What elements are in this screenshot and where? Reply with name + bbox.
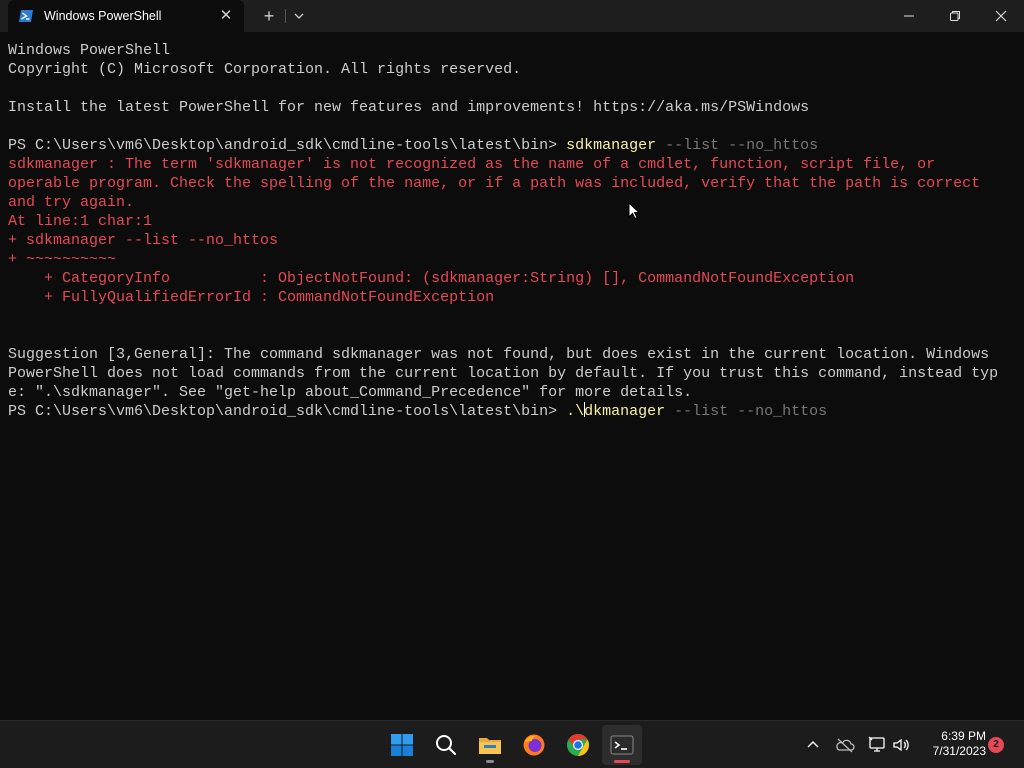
prompt: PS C:\Users\vm6\Desktop\android_sdk\cmdl… xyxy=(8,403,567,420)
maximize-button[interactable] xyxy=(932,0,978,32)
error-line: operable program. Check the spelling of … xyxy=(8,175,981,192)
terminal-output[interactable]: Windows PowerShell Copyright (C) Microso… xyxy=(0,32,1024,720)
start-button[interactable] xyxy=(382,725,422,765)
error-line: At line:1 char:1 xyxy=(8,213,153,230)
chrome-button[interactable] xyxy=(558,725,598,765)
notification-badge[interactable]: 2 xyxy=(988,737,1004,753)
banner-line: Install the latest PowerShell for new fe… xyxy=(8,99,810,116)
file-explorer-button[interactable] xyxy=(470,725,510,765)
tab-windows-powershell[interactable]: Windows PowerShell ✕ xyxy=(8,0,244,32)
chevron-up-icon[interactable] xyxy=(803,735,823,755)
plus-icon[interactable]: + xyxy=(258,6,280,26)
command-name: sdkmanager xyxy=(566,137,657,154)
suggestion-line: PowerShell does not load commands from t… xyxy=(8,365,999,382)
active-indicator xyxy=(614,760,630,763)
banner-line: Copyright (C) Microsoft Corporation. All… xyxy=(8,61,522,78)
command-name: dkmanager xyxy=(584,403,666,420)
error-line: sdkmanager : The term 'sdkmanager' is no… xyxy=(8,156,936,173)
taskbar: 6:39 PM 7/31/2023 xyxy=(0,720,1024,768)
minimize-button[interactable] xyxy=(886,0,932,32)
command-prefix: .\ xyxy=(566,403,585,420)
search-button[interactable] xyxy=(426,725,466,765)
network-icon[interactable] xyxy=(867,735,887,755)
file-explorer-icon xyxy=(479,738,501,754)
clock-date: 7/31/2023 xyxy=(932,744,986,758)
minimize-icon xyxy=(904,15,914,17)
close-icon[interactable]: ✕ xyxy=(218,8,234,24)
suggestion-line: Suggestion [3,General]: The command sdkm… xyxy=(8,346,990,363)
banner-line: Windows PowerShell xyxy=(8,42,171,59)
onedrive-icon[interactable] xyxy=(835,735,855,755)
error-line: + CategoryInfo : ObjectNotFound: (sdkman… xyxy=(8,270,855,287)
system-clock[interactable]: 6:39 PM 7/31/2023 xyxy=(918,729,986,759)
prompt: PS C:\Users\vm6\Desktop\android_sdk\cmdl… xyxy=(8,137,567,154)
running-indicator xyxy=(486,760,494,763)
command-args: --list --no_httos xyxy=(656,137,819,154)
tab-divider xyxy=(285,9,286,23)
maximize-icon xyxy=(950,11,960,21)
chevron-down-icon[interactable] xyxy=(288,6,310,26)
windows-start-icon xyxy=(391,734,413,756)
window-close-icon xyxy=(995,10,1007,22)
terminal-button[interactable] xyxy=(602,725,642,765)
terminal-icon xyxy=(610,735,634,755)
error-line: and try again. xyxy=(8,194,135,211)
window-close-button[interactable] xyxy=(978,0,1024,32)
search-icon xyxy=(436,735,457,756)
firefox-icon xyxy=(523,734,545,756)
error-line: + sdkmanager --list --no_httos xyxy=(8,232,279,249)
command-args: --list --no_httos xyxy=(665,403,828,420)
chrome-icon xyxy=(567,734,589,756)
powershell-icon xyxy=(18,8,34,24)
tab-title: Windows PowerShell xyxy=(44,9,162,23)
current-command-line[interactable]: PS C:\Users\vm6\Desktop\android_sdk\cmdl… xyxy=(8,402,827,421)
suggestion-line: e: ".\sdkmanager". See "get-help about_C… xyxy=(8,384,693,401)
error-line: + ~~~~~~~~~~ xyxy=(8,251,117,268)
volume-icon[interactable] xyxy=(891,735,911,755)
mouse-pointer-icon xyxy=(628,202,640,220)
error-line: + FullyQualifiedErrorId : CommandNotFoun… xyxy=(8,289,495,306)
clock-time: 6:39 PM xyxy=(941,729,986,743)
firefox-button[interactable] xyxy=(514,725,554,765)
title-bar: Windows PowerShell ✕ + xyxy=(0,0,1024,32)
command-line: PS C:\Users\vm6\Desktop\android_sdk\cmdl… xyxy=(8,136,818,155)
